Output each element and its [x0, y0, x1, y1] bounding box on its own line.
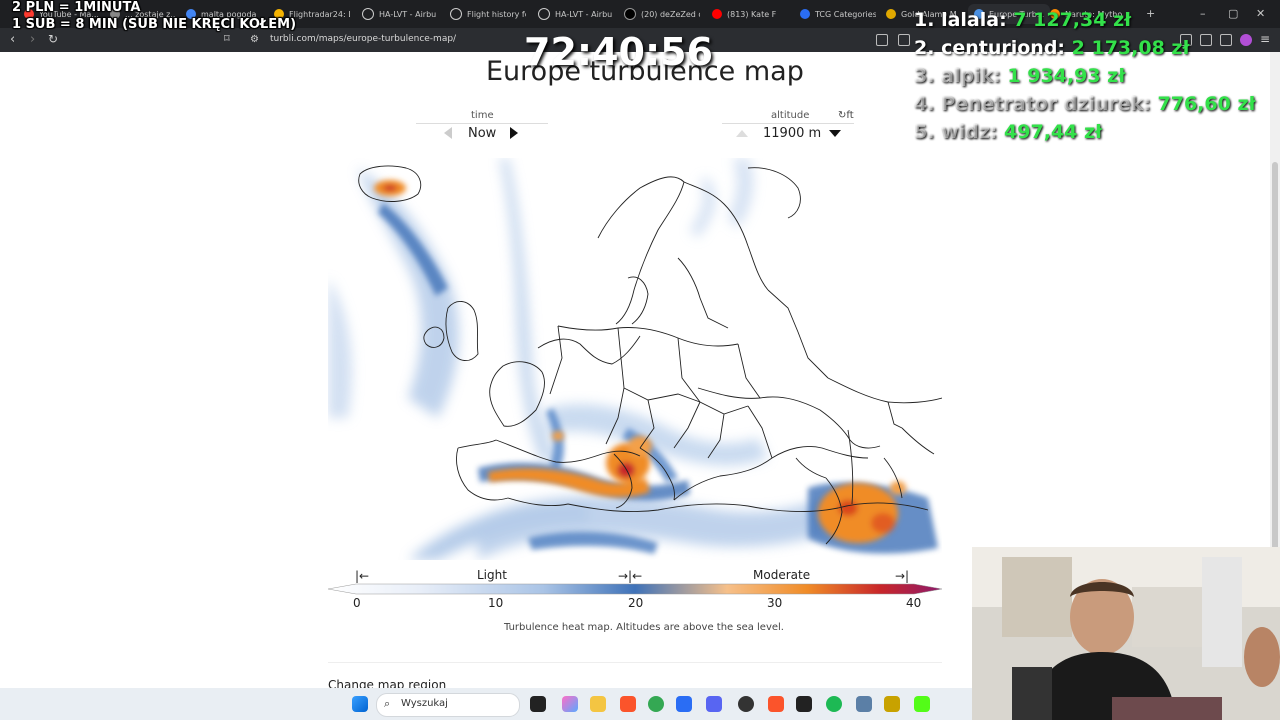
altitude-down-button[interactable]: [829, 130, 841, 137]
scrollbar-thumb[interactable]: [1272, 162, 1278, 602]
legend-light-label: Light: [477, 568, 507, 582]
tab-favicon-icon: [886, 9, 896, 19]
map-caption: Turbulence heat map. Altitudes are above…: [504, 622, 784, 633]
close-icon[interactable]: ✕: [1256, 7, 1265, 20]
globe-icon: [450, 8, 462, 20]
browser-tab[interactable]: (20) deZeZed o: [624, 4, 700, 24]
taskbar-search[interactable]: [376, 693, 520, 717]
legend-tick: 30: [767, 596, 783, 610]
kick-icon[interactable]: [914, 696, 930, 712]
browser-tab[interactable]: TCG Categories: [800, 4, 876, 24]
legend-tick: 0: [353, 596, 361, 610]
browser-tab[interactable]: HA-LVT - Airbu: [538, 4, 614, 24]
obs-icon[interactable]: [738, 696, 754, 712]
sub-rate-line: 1 SUB = 8 MIN (SUB NIE KRĘCI KOŁEM): [12, 17, 297, 32]
browser-tab[interactable]: Flight history fo: [450, 4, 526, 24]
menu-icon[interactable]: ≡: [1260, 32, 1270, 46]
divider: [328, 662, 942, 663]
altitude-label: altitude: [771, 110, 810, 121]
altitude-value: 11900 m: [763, 126, 822, 141]
turbulence-map[interactable]: [328, 158, 942, 560]
globe-icon: [362, 8, 374, 20]
legend-light-start-marker: |←: [355, 569, 370, 583]
profile-icon[interactable]: [1240, 34, 1252, 46]
globe-icon: [538, 8, 550, 20]
browser-tab[interactable]: HA-LVT - Airbu: [362, 4, 438, 24]
leaderboard-entry: 4. Penetrator dziurek: 776,60 zł: [914, 93, 1256, 115]
app-icon[interactable]: [796, 696, 812, 712]
unit-label: ft: [846, 110, 854, 121]
discord-icon[interactable]: [706, 696, 722, 712]
share-icon[interactable]: [898, 34, 910, 46]
new-tab-icon[interactable]: +: [1146, 7, 1155, 20]
youtube-icon: [712, 9, 722, 19]
chrome-icon[interactable]: [648, 696, 664, 712]
legend-moderate-end-marker: →|: [895, 569, 910, 583]
leaderboard-entry: 3. alpik: 1 934,93 zł: [914, 65, 1126, 87]
divider: [722, 123, 854, 124]
reload-icon[interactable]: ↻: [48, 32, 58, 46]
bookmark-icon[interactable]: ⌑: [224, 32, 230, 45]
file-explorer-icon[interactable]: [590, 696, 606, 712]
url-field[interactable]: turbli.com/maps/europe-turbulence-map/: [270, 34, 456, 44]
legend-tick: 40: [906, 596, 922, 610]
legend-tick: 10: [488, 596, 504, 610]
divider: [416, 123, 548, 124]
extension-icon[interactable]: [1200, 34, 1212, 46]
time-label: time: [471, 110, 494, 121]
subathon-timer: 72:40:56: [524, 30, 714, 74]
brave-icon[interactable]: [768, 696, 784, 712]
app-icon[interactable]: [884, 696, 900, 712]
extension-icon[interactable]: [1220, 34, 1232, 46]
search-icon: ⌕: [384, 697, 391, 710]
tab-favicon-icon: [800, 9, 810, 19]
altitude-up-button[interactable]: [736, 130, 748, 137]
back-icon[interactable]: ‹: [10, 32, 15, 47]
calculator-icon[interactable]: [856, 696, 872, 712]
translate-icon[interactable]: [876, 34, 888, 46]
time-next-button[interactable]: [510, 127, 518, 139]
time-prev-button[interactable]: [444, 127, 452, 139]
x-icon: [624, 8, 636, 20]
site-info-icon[interactable]: ⚙: [250, 34, 259, 45]
legend-tick: 20: [628, 596, 644, 610]
maximize-icon[interactable]: ▢: [1228, 7, 1238, 20]
minimize-icon[interactable]: –: [1200, 7, 1206, 20]
copilot-icon[interactable]: [562, 696, 578, 712]
store-icon[interactable]: [676, 696, 692, 712]
browser-tab[interactable]: (813) Kate F: [712, 4, 788, 24]
webcam-overlay: [972, 547, 1280, 720]
unit-toggle[interactable]: ↻ft: [838, 110, 854, 121]
brave-icon[interactable]: [620, 696, 636, 712]
leaderboard-entry: 2. centuriond: 2 173,08 zł: [914, 37, 1190, 59]
task-view-icon[interactable]: [530, 696, 546, 712]
legend-colorbar: [328, 583, 942, 595]
leaderboard-entry: 1. lalala: 7 127,34 zł: [914, 9, 1132, 31]
forward-icon[interactable]: ›: [30, 32, 35, 47]
legend-moderate-label: Moderate: [753, 568, 811, 582]
donation-rate-line: 2 PLN = 1MINUTA: [12, 0, 141, 15]
windows-start-icon[interactable]: [352, 696, 368, 712]
taskbar-search-placeholder: Wyszukaj: [401, 698, 448, 709]
legend-mid-marker: →|←: [618, 569, 643, 583]
leaderboard-entry: 5. widz: 497,44 zł: [914, 121, 1103, 143]
time-value: Now: [468, 126, 497, 141]
spotify-icon[interactable]: [826, 696, 842, 712]
